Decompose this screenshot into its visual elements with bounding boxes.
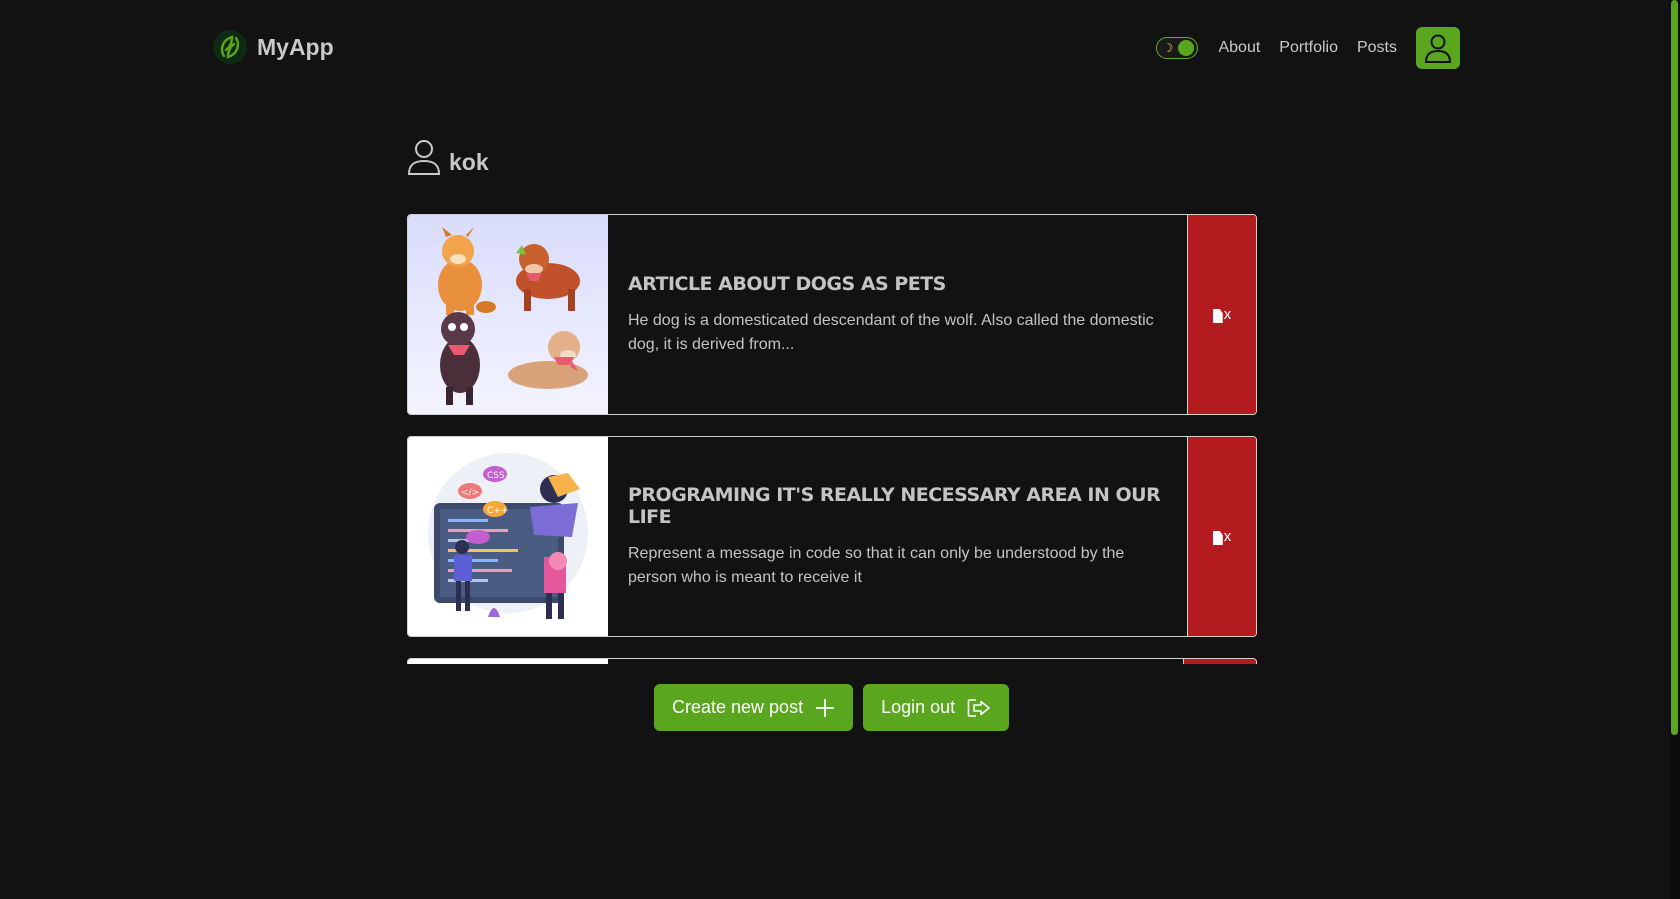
post-card[interactable]: CSS </> C++ PROGRAMING IT'S REALLY NECES… — [407, 436, 1257, 637]
delete-post-button[interactable]: x — [1187, 215, 1256, 414]
post-body: Programing it's really necessary area in… — [608, 437, 1187, 636]
theme-toggle[interactable]: ☽ — [1156, 37, 1199, 59]
svg-text:</>: </> — [461, 488, 479, 498]
user-menu-button[interactable] — [1416, 27, 1460, 69]
user-icon — [407, 140, 441, 175]
post-excerpt: Represent a message in code so that it c… — [628, 544, 1125, 586]
nav-link-about[interactable]: About — [1218, 39, 1260, 57]
broken-image-icon: x — [1212, 306, 1231, 323]
post-card[interactable] — [407, 658, 1257, 664]
delete-post-button[interactable]: x — [1187, 437, 1256, 636]
post-card[interactable]: Article about dogs as pets He dog is a d… — [407, 214, 1257, 415]
scrollbar-thumb[interactable] — [1671, 0, 1678, 735]
scrollbar[interactable] — [1669, 0, 1680, 899]
plus-icon — [816, 698, 835, 717]
moon-icon: ☽ — [1162, 41, 1174, 55]
svg-text:C++: C++ — [487, 506, 508, 516]
nav-link-posts[interactable]: Posts — [1357, 39, 1397, 57]
logout-button[interactable]: Login out — [863, 684, 1010, 731]
brand-name: MyApp — [257, 33, 334, 60]
logout-label: Login out — [881, 697, 956, 717]
toggle-knob — [1178, 40, 1195, 56]
nav-right: ☽ About Portfolio Posts — [1156, 27, 1460, 69]
post-title[interactable]: Article about dogs as pets — [628, 273, 1167, 295]
create-post-label: Create new post — [672, 697, 804, 717]
brand[interactable]: MyApp — [213, 30, 334, 64]
logout-icon — [967, 698, 990, 717]
create-post-button[interactable]: Create new post — [654, 684, 854, 731]
nav-link-portfolio[interactable]: Portfolio — [1279, 39, 1338, 57]
post-list[interactable]: Article about dogs as pets He dog is a d… — [407, 214, 1257, 664]
svg-text:CSS: CSS — [487, 471, 505, 481]
post-body — [608, 659, 1183, 664]
page: MyApp ☽ About Portfolio Posts kok ARTICL… — [0, 0, 1680, 899]
post-excerpt: He dog is a domesticated descendant of t… — [628, 311, 1154, 353]
post-thumbnail-dogs — [408, 215, 608, 414]
action-buttons: Create new post Login out — [654, 684, 1010, 731]
post-body: Article about dogs as pets He dog is a d… — [608, 215, 1187, 414]
profile-header: kok — [407, 138, 489, 176]
user-icon — [1424, 34, 1452, 63]
navbar: MyApp ☽ About Portfolio Posts — [0, 0, 1669, 100]
delete-post-button[interactable] — [1183, 659, 1256, 664]
post-thumbnail-programming: CSS </> C++ — [408, 437, 608, 636]
leaf-logo-icon — [213, 30, 247, 64]
post-title[interactable]: Programing it's really necessary area in… — [628, 484, 1167, 528]
broken-image-icon: x — [1212, 528, 1231, 545]
post-thumbnail — [408, 659, 608, 664]
profile-username: kok — [449, 149, 489, 175]
